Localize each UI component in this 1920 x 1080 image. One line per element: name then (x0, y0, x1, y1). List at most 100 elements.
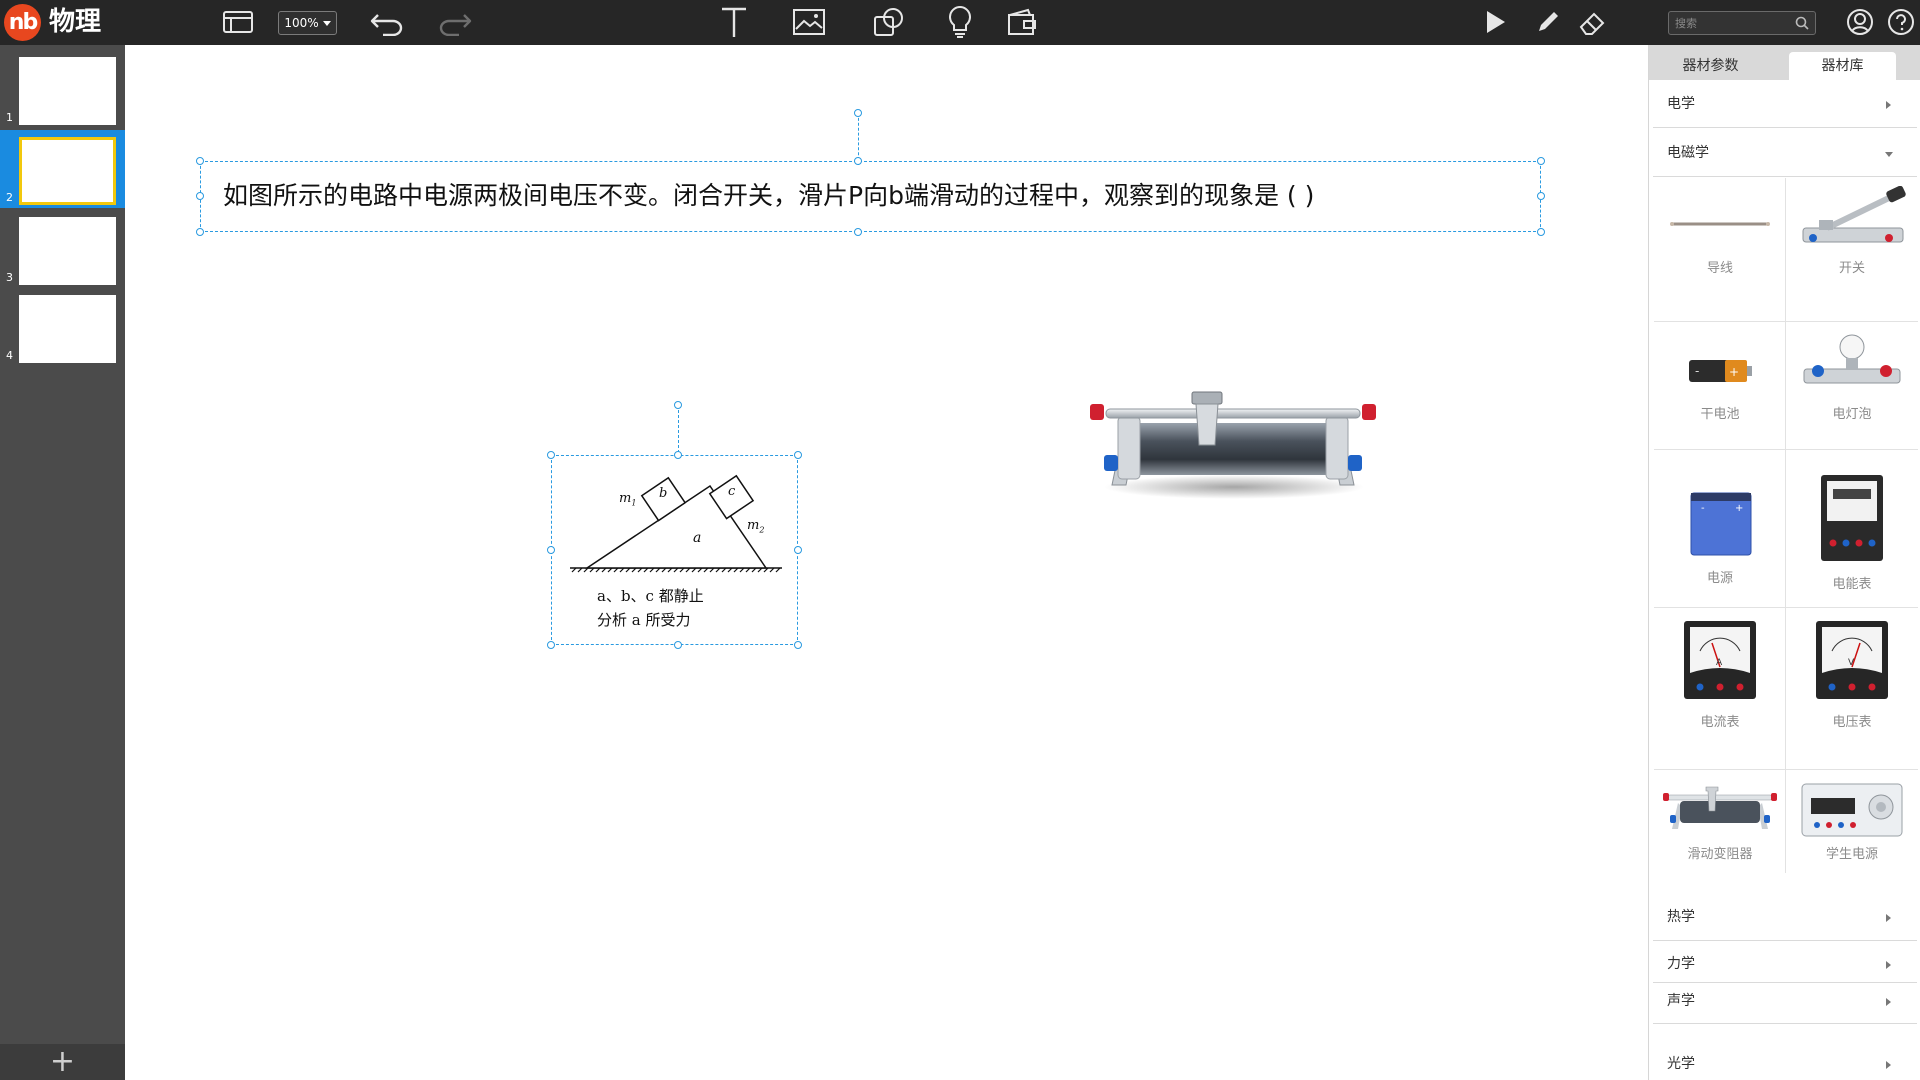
equipment-name: 导线 (1706, 261, 1733, 276)
add-slide-button[interactable]: + (0, 1044, 125, 1080)
undo-button[interactable] (367, 6, 407, 38)
chevron-right-icon (1886, 961, 1891, 969)
pen-icon (1539, 12, 1558, 31)
equipment-item-switch[interactable]: 开关 (1786, 178, 1918, 321)
resource-button[interactable] (1004, 6, 1040, 38)
chevron-right-icon (1886, 998, 1891, 1006)
plus-icon: + (49, 1044, 76, 1079)
equipment-name: 电能表 (1832, 577, 1872, 592)
resize-handle-se[interactable] (1537, 228, 1545, 236)
energy-meter-icon (1821, 475, 1883, 561)
resize-handle-se[interactable] (794, 641, 802, 649)
equipment-item-rheostat[interactable]: 滑动变阻器 (1654, 769, 1786, 873)
wire-icon (1670, 222, 1770, 226)
svg-text:A: A (1716, 658, 1723, 668)
equipment-item-voltmeter[interactable]: V 电压表 (1786, 607, 1918, 769)
resize-handle-n[interactable] (854, 157, 862, 165)
resize-handle-nw[interactable] (196, 157, 204, 165)
equipment-item-ammeter[interactable]: A 电流表 (1654, 607, 1786, 769)
question-text[interactable]: 如图所示的电路中电源两极间电压不变。闭合开关，滑片P向b端滑动的过程中，观察到的… (223, 178, 1314, 214)
equipment-name: 电流表 (1700, 715, 1740, 730)
resize-handle-ne[interactable] (794, 451, 802, 459)
slide-panel: 1 2 3 4 + (0, 45, 125, 1080)
pen-button[interactable] (1532, 6, 1564, 38)
tab-equipment-params[interactable]: 器材参数 (1657, 52, 1764, 80)
search-box[interactable] (1668, 11, 1816, 35)
slide-number: 1 (6, 111, 13, 124)
zoom-dropdown[interactable]: 100% (278, 11, 337, 35)
equipment-name: 开关 (1838, 261, 1865, 276)
slide-thumbnail-1[interactable]: 1 (0, 50, 125, 128)
search-input[interactable] (1675, 16, 1795, 30)
svg-text:-: - (1695, 364, 1699, 378)
image-icon (793, 9, 825, 35)
equipment-item-student-power-supply[interactable]: 学生电源 (1786, 769, 1918, 873)
resize-handle-ne[interactable] (1537, 157, 1545, 165)
category-acoustics[interactable]: 声学 (1653, 983, 1917, 1024)
equipment-item-wire[interactable]: 导线 (1654, 178, 1786, 321)
equipment-item-energy-meter[interactable]: 电能表 (1786, 449, 1918, 607)
chevron-right-icon (1886, 1061, 1891, 1069)
label-c: c (728, 484, 736, 499)
resize-handle-w[interactable] (547, 546, 555, 554)
image-tool-button[interactable] (790, 6, 828, 38)
equipment-name: 学生电源 (1825, 847, 1878, 862)
light-bulb-icon (949, 5, 971, 38)
question-text-box[interactable]: 如图所示的电路中电源两极间电压不变。闭合开关，滑片P向b端滑动的过程中，观察到的… (200, 161, 1541, 232)
resize-handle-s[interactable] (854, 228, 862, 236)
chevron-right-icon (1886, 101, 1891, 109)
category-electricity[interactable]: 电学 (1653, 80, 1917, 128)
label-m2: m2 (747, 518, 765, 535)
tab-equipment-library[interactable]: 器材库 (1789, 52, 1896, 80)
resize-handle-e[interactable] (1537, 192, 1545, 200)
layout-icon (223, 11, 253, 33)
resize-handle-n[interactable] (674, 451, 682, 459)
category-electromagnetism[interactable]: 电磁学 (1653, 129, 1917, 177)
category-mechanics[interactable]: 力学 (1653, 942, 1917, 983)
rotate-handle[interactable] (674, 401, 682, 409)
equipment-item-power-supply[interactable]: - + 电源 (1654, 449, 1786, 607)
incline-diagram-box[interactable]: m1 b c m2 a a、b、c 都静止 分析 a 所受力 (551, 455, 798, 645)
rheostat-component[interactable] (1088, 375, 1378, 505)
hint-button[interactable] (942, 5, 978, 38)
slide-preview (19, 137, 116, 205)
chevron-down-icon (1885, 152, 1893, 157)
category-optics[interactable]: 光学 (1653, 1034, 1917, 1080)
layout-button[interactable] (220, 6, 256, 38)
equipment-item-light-bulb[interactable]: 电灯泡 (1786, 321, 1918, 449)
shape-tool-button[interactable] (870, 6, 908, 38)
play-button[interactable] (1478, 6, 1512, 38)
slide-thumbnail-4[interactable]: 4 (0, 288, 125, 366)
resize-handle-e[interactable] (794, 546, 802, 554)
diagram-caption-line2: 分析 a 所受力 (597, 611, 691, 629)
resize-handle-sw[interactable] (196, 228, 204, 236)
resize-handle-s[interactable] (674, 641, 682, 649)
slide-number: 3 (6, 271, 13, 284)
search-icon[interactable] (1795, 16, 1809, 30)
user-button[interactable] (1844, 6, 1876, 38)
redo-button[interactable] (435, 6, 475, 38)
svg-text:+: + (1729, 365, 1739, 379)
slide-thumbnail-3[interactable]: 3 (0, 210, 125, 288)
equipment-grid: 导线 开关 + - 干电池 电灯泡 - + 电源 电能表 A 电流表 V 电压表… (1654, 178, 1918, 873)
redo-icon (439, 14, 472, 36)
rheostat-icon (1663, 786, 1777, 829)
category-label: 声学 (1667, 993, 1695, 1009)
help-button[interactable] (1886, 6, 1916, 38)
equipment-item-battery[interactable]: + - 干电池 (1654, 321, 1786, 449)
text-tool-button[interactable] (716, 6, 752, 38)
undo-icon (370, 14, 403, 36)
eraser-button[interactable] (1574, 6, 1610, 38)
category-thermodynamics[interactable]: 热学 (1653, 893, 1917, 941)
slide-preview (19, 295, 116, 363)
user-avatar-icon (1847, 9, 1873, 35)
equipment-name: 干电池 (1700, 407, 1740, 422)
resize-handle-sw[interactable] (547, 641, 555, 649)
resize-handle-nw[interactable] (547, 451, 555, 459)
slide-thumbnail-2[interactable]: 2 (0, 130, 125, 208)
knife-switch-icon (1802, 186, 1906, 243)
rotate-handle[interactable] (854, 109, 862, 117)
voltmeter-icon: V (1816, 621, 1888, 699)
slide-canvas[interactable]: 如图所示的电路中电源两极间电压不变。闭合开关，滑片P向b端滑动的过程中，观察到的… (125, 45, 1648, 1080)
resize-handle-w[interactable] (196, 192, 204, 200)
